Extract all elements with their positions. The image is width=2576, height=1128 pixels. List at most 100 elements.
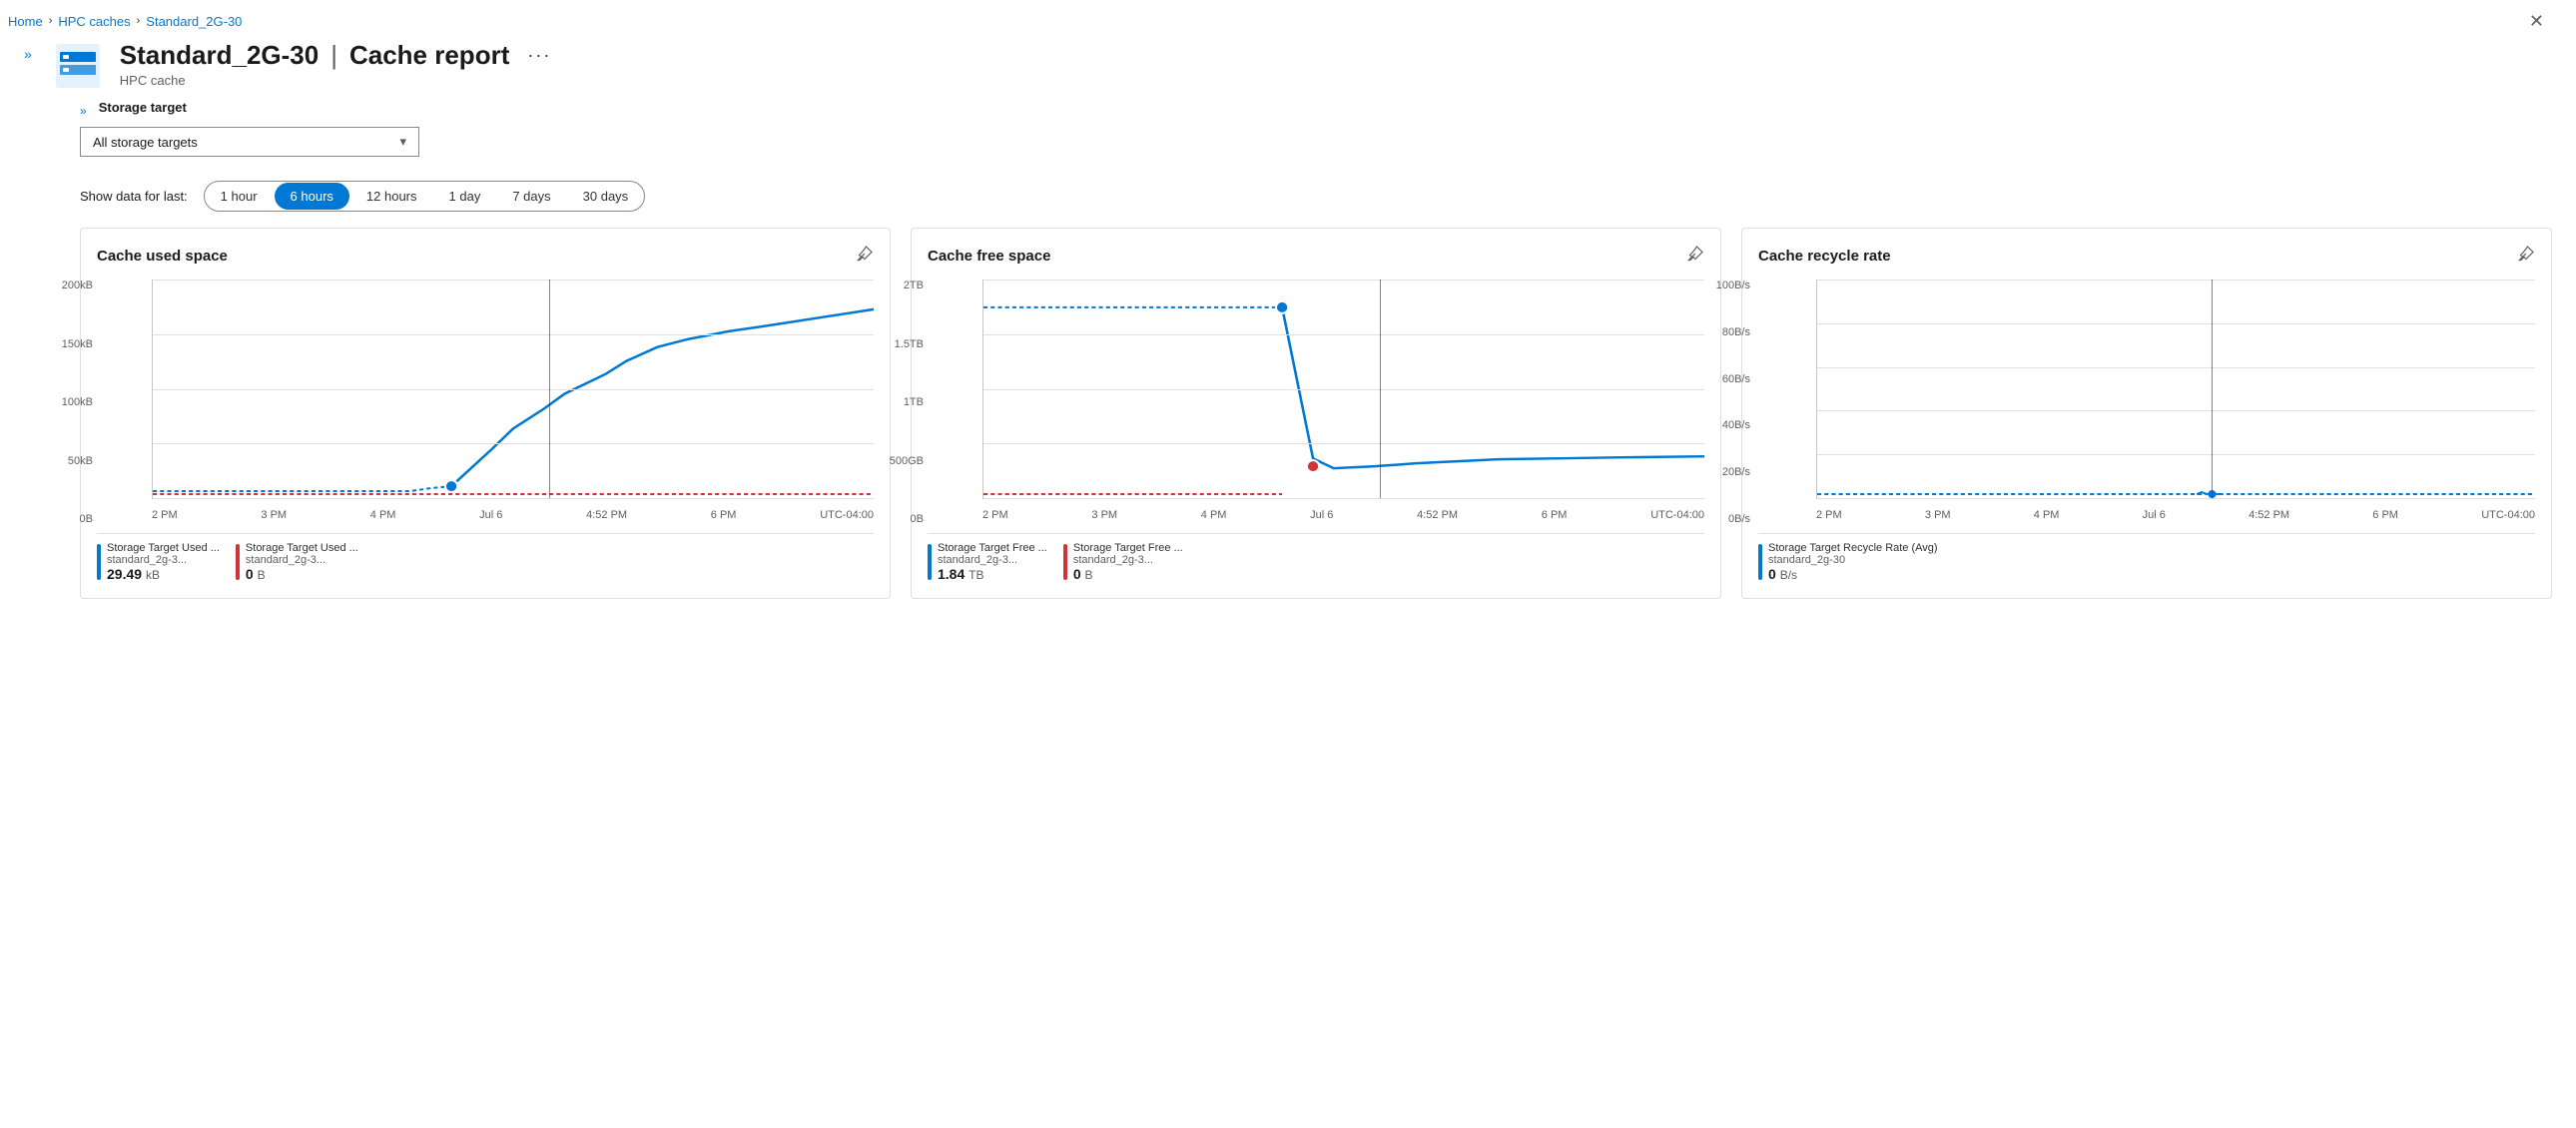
- x-axis-used-space: 2 PM 3 PM 4 PM Jul 6 4:52 PM 6 PM UTC-04…: [152, 505, 874, 525]
- chart-recycle-rate-header: Cache recycle rate: [1758, 245, 2535, 268]
- y-label-1.5tb: 1.5TB: [876, 338, 924, 350]
- breadcrumb-sep1: ›: [49, 15, 53, 27]
- time-filter-row: Show data for last: 1 hour 6 hours 12 ho…: [80, 181, 2552, 212]
- x-label-452pm-free: 4:52 PM: [1417, 509, 1458, 521]
- chart-recycle-rate-wrapper: 100B/s 80B/s 60B/s 40B/s 20B/s 0B/s: [1758, 280, 2535, 525]
- y-label-80bs: 80B/s: [1702, 326, 1750, 338]
- time-option-6h[interactable]: 6 hours: [275, 183, 349, 210]
- resource-type: HPC cache: [120, 73, 558, 88]
- time-option-7d[interactable]: 7 days: [496, 183, 566, 210]
- chart-free-space: Cache free space 2TB 1.5TB 1TB 500GB 0B: [911, 228, 1721, 599]
- close-button[interactable]: ✕: [2521, 7, 2552, 36]
- x-label-utc-used: UTC-04:00: [820, 509, 874, 521]
- chart-free-space-legend: Storage Target Free ... standard_2g-3...…: [928, 542, 1704, 582]
- storage-target-section: » Storage target All storage targets ▾: [80, 100, 2552, 157]
- y-label-100kb: 100kB: [45, 396, 93, 408]
- more-options-button[interactable]: ···: [521, 43, 557, 68]
- time-option-30d[interactable]: 30 days: [567, 183, 645, 210]
- datapoint-free-red: [1307, 460, 1319, 472]
- grid-recycle-4: [1817, 410, 2535, 411]
- breadcrumb-sep2: ›: [137, 15, 141, 27]
- time-option-12h[interactable]: 12 hours: [350, 183, 433, 210]
- x-label-utc-recycle: UTC-04:00: [2481, 509, 2535, 521]
- grid-recycle-5: [1817, 454, 2535, 455]
- y-label-500gb: 500GB: [876, 455, 924, 467]
- chart-divider-2: [928, 533, 1704, 534]
- pin-recycle-rate-button[interactable]: [2517, 245, 2535, 268]
- y-label-0bs: 0B/s: [1702, 513, 1750, 525]
- y-label-150kb: 150kB: [45, 338, 93, 350]
- breadcrumb-home[interactable]: Home: [8, 14, 43, 29]
- y-label-50kb: 50kB: [45, 455, 93, 467]
- y-label-1tb: 1TB: [876, 396, 924, 408]
- breadcrumb: Home › HPC caches › Standard_2G-30: [8, 14, 242, 29]
- x-label-6pm-recycle: 6 PM: [2372, 509, 2398, 521]
- y-label-0b-free: 0B: [876, 513, 924, 525]
- y-label-2tb: 2TB: [876, 280, 924, 291]
- grid-line-2: [153, 334, 874, 335]
- y-axis-used-space: 200kB 150kB 100kB 50kB 0B: [45, 280, 93, 525]
- x-label-452pm-used: 4:52 PM: [586, 509, 627, 521]
- datapoint-free-blue: [1276, 301, 1288, 313]
- chart-used-space-wrapper: 200kB 150kB 100kB 50kB 0B: [97, 280, 874, 525]
- storage-collapse-button[interactable]: »: [80, 104, 87, 118]
- pin-free-space-button[interactable]: [1686, 245, 1704, 268]
- chart-free-space-area: [982, 280, 1704, 499]
- chart-used-space-header: Cache used space: [97, 245, 874, 268]
- legend-color-blue-1: [97, 544, 101, 580]
- chart-recycle-rate-svg: [1817, 280, 2535, 498]
- grid-line-4: [153, 443, 874, 444]
- top-bar: Home › HPC caches › Standard_2G-30 ✕: [0, 0, 2576, 32]
- charts-row: Cache used space 200kB 150kB 100kB 50kB …: [80, 228, 2552, 599]
- time-option-1d[interactable]: 1 day: [433, 183, 497, 210]
- y-label-40bs: 40B/s: [1702, 419, 1750, 431]
- legend-text-used-red: Storage Target Used ... standard_2g-3...…: [246, 542, 358, 582]
- x-label-jul6-recycle: Jul 6: [2143, 509, 2166, 521]
- time-options-group: 1 hour 6 hours 12 hours 1 day 7 days 30 …: [204, 181, 646, 212]
- chart-recycle-rate: Cache recycle rate 100B/s 80B/s 60B/s 40…: [1741, 228, 2552, 599]
- title-separator: |: [330, 40, 337, 71]
- chart-free-space-header: Cache free space: [928, 245, 1704, 268]
- legend-item-used-red: Storage Target Used ... standard_2g-3...…: [236, 542, 358, 582]
- time-filter-label: Show data for last:: [80, 189, 188, 204]
- storage-target-dropdown[interactable]: All storage targets ▾: [80, 127, 419, 157]
- pin-used-space-button[interactable]: [856, 245, 874, 268]
- y-axis-free-space: 2TB 1.5TB 1TB 500GB 0B: [876, 280, 924, 525]
- legend-text-used-blue: Storage Target Used ... standard_2g-3...…: [107, 542, 220, 582]
- grid-free-4: [983, 443, 1704, 444]
- time-option-1h[interactable]: 1 hour: [205, 183, 274, 210]
- grid-recycle-1: [1817, 280, 2535, 281]
- main-content: » Storage target All storage targets ▾ S…: [0, 100, 2576, 623]
- datapoint-used-blue: [445, 480, 457, 492]
- legend-text-recycle-blue: Storage Target Recycle Rate (Avg) standa…: [1768, 542, 1938, 582]
- x-label-3pm-recycle: 3 PM: [1925, 509, 1951, 521]
- x-label-jul6-free: Jul 6: [1310, 509, 1333, 521]
- x-label-452pm-recycle: 4:52 PM: [2249, 509, 2289, 521]
- grid-line-5: [153, 498, 874, 499]
- chart-free-space-wrapper: 2TB 1.5TB 1TB 500GB 0B: [928, 280, 1704, 525]
- grid-free-1: [983, 280, 1704, 281]
- header-text: Standard_2G-30 | Cache report ··· HPC ca…: [120, 40, 558, 88]
- legend-color-red-1: [236, 544, 240, 580]
- breadcrumb-hpc[interactable]: HPC caches: [58, 14, 130, 29]
- grid-free-3: [983, 389, 1704, 390]
- legend-text-free-red: Storage Target Free ... standard_2g-3...…: [1073, 542, 1183, 582]
- x-label-4pm-recycle: 4 PM: [2034, 509, 2060, 521]
- chevron-down-icon: ▾: [399, 134, 406, 150]
- x-label-4pm-free: 4 PM: [1201, 509, 1227, 521]
- legend-color-red-2: [1063, 544, 1067, 580]
- breadcrumb-current[interactable]: Standard_2G-30: [146, 14, 242, 29]
- chart-divider-3: [1758, 533, 2535, 534]
- grid-line-3: [153, 389, 874, 390]
- x-label-6pm-used: 6 PM: [711, 509, 737, 521]
- grid-recycle-2: [1817, 323, 2535, 324]
- x-label-jul6-used: Jul 6: [479, 509, 502, 521]
- chart-used-space-area: [152, 280, 874, 499]
- chart-used-space-title: Cache used space: [97, 248, 228, 265]
- chart-divider-1: [97, 533, 874, 534]
- resource-icon: [52, 40, 104, 92]
- sidebar-collapse-button[interactable]: »: [20, 42, 36, 66]
- y-label-100bs: 100B/s: [1702, 280, 1750, 291]
- cursor-line-recycle: [2212, 280, 2213, 498]
- page-title: Standard_2G-30 | Cache report ···: [120, 40, 558, 71]
